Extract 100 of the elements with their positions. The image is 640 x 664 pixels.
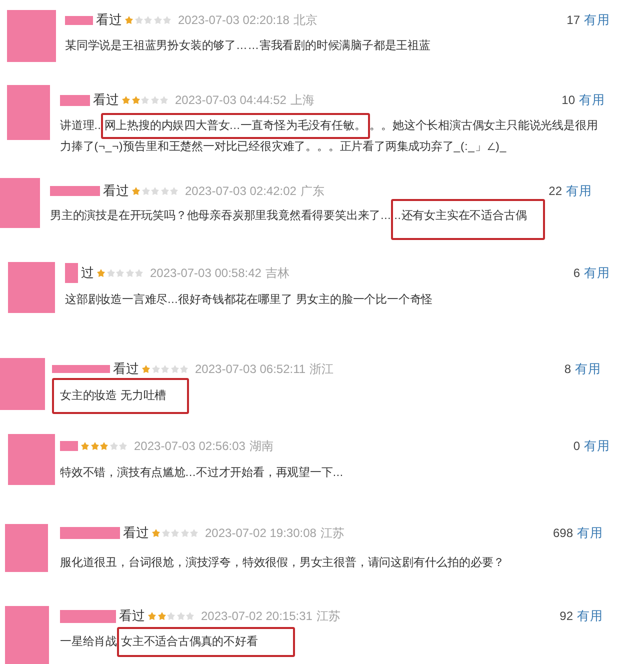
vote-count: 6: [573, 266, 580, 280]
review-location: 吉林: [265, 266, 290, 280]
review-time: 2023-07-02 20:15:31: [201, 609, 312, 623]
star-icon: [152, 365, 160, 373]
star-icon: [190, 529, 198, 537]
review-location: 浙江: [310, 362, 334, 376]
star-icon: [126, 269, 134, 277]
vote-count: 10: [562, 93, 575, 107]
name-redaction-bar: [52, 365, 110, 373]
star-icon: [144, 16, 152, 24]
vote-count: 8: [564, 362, 571, 376]
review-text: 一星给肖战 女主不适合古偶真的不好看: [60, 627, 295, 657]
vote-count: 92: [560, 609, 573, 623]
star-icon: [163, 16, 171, 24]
review-text: 讲道理.. 网上热搜的内娱四大普女...一直奇怪为毛没有任敏。 。。她这个长相演古偶女主只能说光线是很用力捧了(¬_¬)预告里和王楚然一对比已经很灾难了。。。正片看了两集成功弃了_(:_」∠)_: [60, 113, 600, 155]
star-icon: [141, 96, 149, 104]
review-time: 2023-07-03 06:52:11: [195, 362, 306, 376]
vote-count: 0: [573, 439, 580, 453]
vote-count: 17: [566, 13, 580, 27]
review-text: 某同学说是王祖蓝男扮女装的够了……害我看剧的时候满脑子都是王祖蓝: [65, 38, 430, 54]
useful-link[interactable]: 有用: [575, 362, 601, 376]
star-icon: [97, 269, 105, 277]
review-time: 2023-07-03 04:44:52: [175, 93, 286, 107]
review-location: 湖南: [249, 439, 274, 453]
review-time: 2023-07-03 02:56:03: [134, 439, 246, 453]
star-icon: [180, 365, 188, 373]
watched-label: 看过: [119, 609, 145, 623]
star-icon: [142, 365, 150, 373]
review-time: 2023-07-03 00:58:42: [150, 266, 262, 280]
review-location: 江苏: [320, 526, 344, 540]
useful-link[interactable]: 有用: [577, 526, 603, 540]
avatar-placeholder: [0, 358, 45, 410]
avatar-placeholder: [7, 10, 56, 62]
name-redaction-bar: [60, 610, 116, 622]
useful-link[interactable]: 有用: [584, 439, 610, 453]
star-icon: [186, 612, 194, 620]
review-text: 女主的妆造 无力吐槽: [52, 378, 190, 414]
star-icon: [106, 269, 114, 277]
watched-label: 过: [81, 266, 94, 280]
star-icon: [167, 612, 175, 620]
star-icon: [154, 16, 162, 24]
useful-link[interactable]: 有用: [577, 609, 603, 623]
star-icon: [150, 96, 158, 104]
watched-label: 看过: [113, 362, 139, 376]
review-time: 2023-07-03 02:42:02: [185, 184, 296, 198]
star-icon: [151, 187, 159, 195]
star-icon: [160, 187, 168, 195]
star-icon: [119, 442, 127, 450]
avatar-placeholder: [5, 524, 48, 572]
avatar-placeholder: [8, 434, 55, 485]
name-redaction-bar: [60, 527, 120, 539]
star-icon: [161, 365, 169, 373]
useful-link[interactable]: 有用: [584, 13, 610, 27]
avatar-placeholder: [8, 262, 55, 313]
review-location: 江苏: [316, 609, 340, 623]
name-redaction-bar: [60, 94, 90, 106]
watched-label: 看过: [96, 13, 122, 27]
star-icon: [160, 96, 168, 104]
star-icon: [134, 16, 142, 24]
star-icon: [148, 612, 156, 620]
name-redaction-bar: [50, 186, 100, 196]
review-text: 特效不错，演技有点尴尬...不过才开始看，再观望一下...: [60, 465, 344, 481]
avatar-placeholder: [5, 606, 49, 664]
review-location: 广东: [300, 184, 324, 198]
star-icon: [122, 96, 130, 104]
useful-link[interactable]: 有用: [566, 184, 592, 198]
star-icon: [162, 529, 170, 537]
review-text: 这部剧妆造一言难尽...很好奇钱都花在哪里了 男女主的脸一个比一个奇怪: [65, 292, 433, 308]
vote-count: 22: [548, 184, 562, 198]
useful-link[interactable]: 有用: [579, 93, 605, 107]
star-icon: [125, 16, 133, 24]
star-icon: [110, 442, 118, 450]
name-redaction-bar: [65, 16, 93, 24]
review-time: 2023-07-03 02:20:18: [178, 13, 290, 27]
star-icon: [81, 442, 89, 450]
star-icon: [132, 187, 140, 195]
star-icon: [132, 96, 140, 104]
review-text: 服化道很丑，台词很尬，演技浮夸，特效很假，男女主很普，请问这剧有什么拍的必要？: [60, 555, 505, 571]
vote-count: 698: [552, 526, 573, 540]
name-redaction-bar: [60, 441, 78, 451]
review-location: 北京: [293, 13, 318, 27]
avatar-placeholder: [7, 85, 50, 140]
star-icon: [152, 529, 160, 537]
star-icon: [135, 269, 143, 277]
star-icon: [116, 269, 124, 277]
star-icon: [180, 529, 188, 537]
review-location: 上海: [290, 93, 314, 107]
watched-label: 看过: [123, 526, 149, 540]
name-redaction-bar: [65, 263, 78, 283]
star-icon: [170, 365, 178, 373]
star-icon: [176, 612, 184, 620]
watched-label: 看过: [103, 184, 129, 198]
useful-link[interactable]: 有用: [584, 266, 610, 280]
star-icon: [158, 612, 166, 620]
star-icon: [171, 529, 179, 537]
star-icon: [90, 442, 98, 450]
watched-label: 看过: [93, 93, 119, 107]
star-icon: [142, 187, 150, 195]
star-icon: [170, 187, 178, 195]
review-text: 男主的演技是在开玩笑吗？他母亲吞炭那里我竟然看得要笑出来了... ..还有女主实在不适合古偶: [50, 199, 545, 240]
